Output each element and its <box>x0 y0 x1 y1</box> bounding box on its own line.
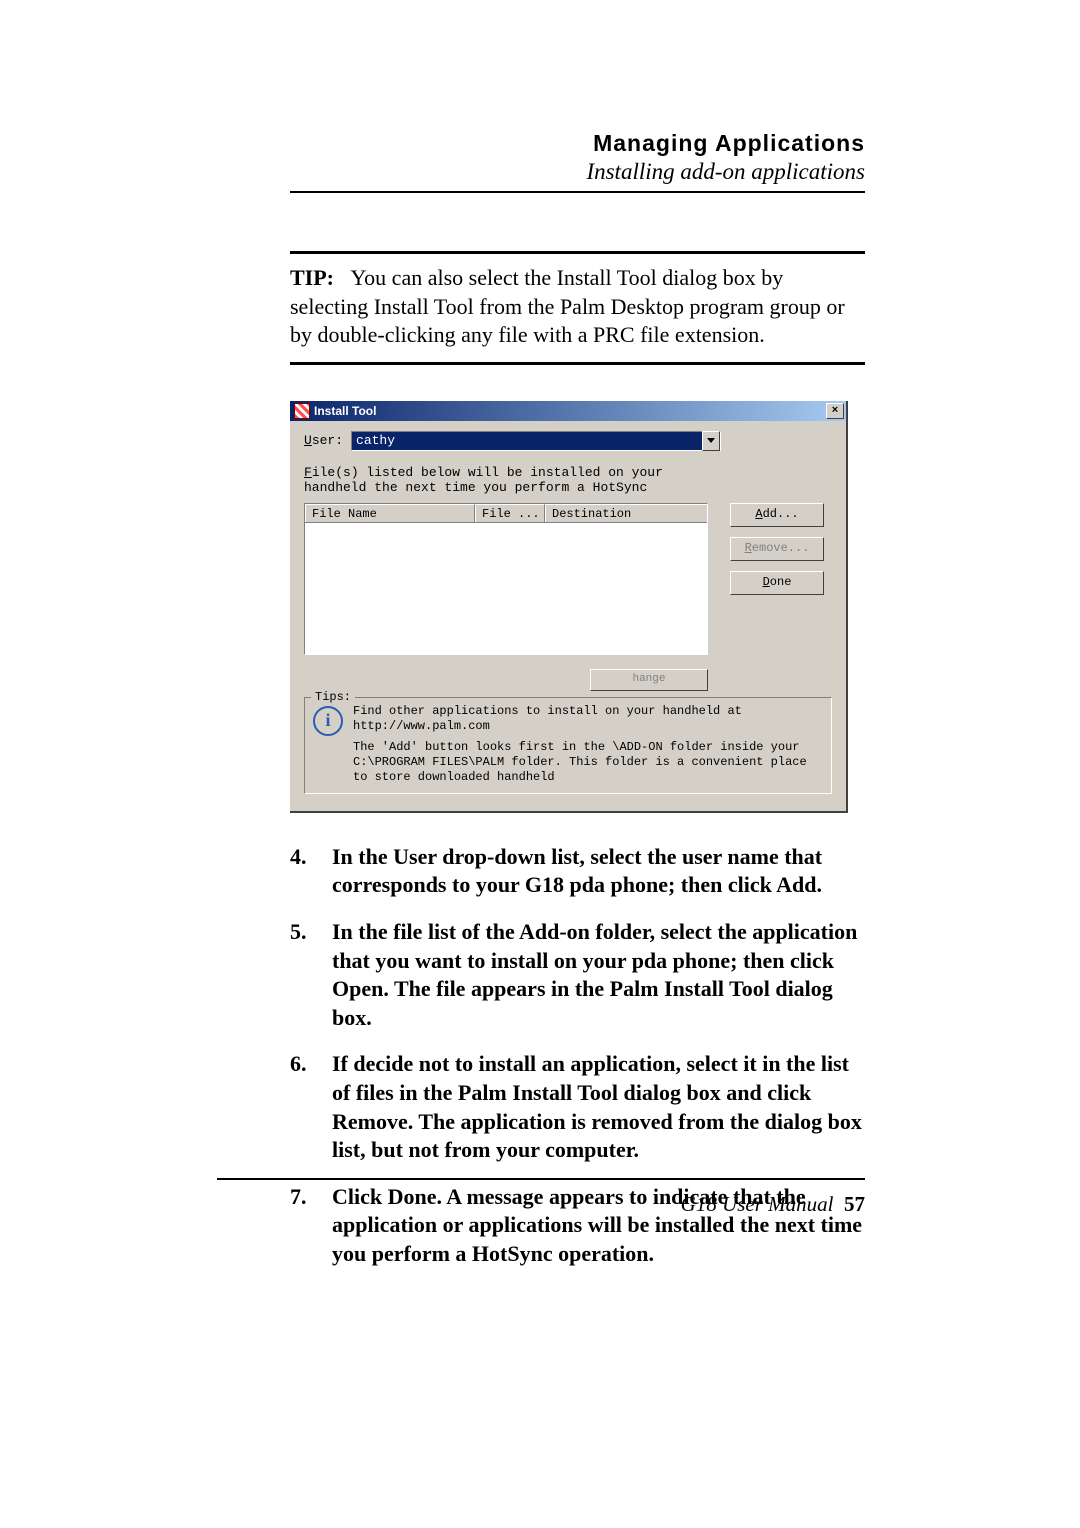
page-footer: G18 User Manual 57 <box>681 1192 865 1217</box>
close-icon[interactable]: × <box>826 403 844 419</box>
dialog-titlebar[interactable]: Install Tool × <box>290 401 846 421</box>
manual-name: G18 User Manual <box>681 1192 834 1216</box>
tips-text-2: The 'Add' button looks first in the \ADD… <box>353 740 823 785</box>
install-info-line1: File(s) listed below will be installed o… <box>304 465 832 480</box>
page-number: 57 <box>844 1192 865 1216</box>
chevron-down-icon[interactable] <box>702 431 720 451</box>
install-tool-icon <box>294 403 310 419</box>
file-list-header: File Name File ... Destination <box>305 504 707 523</box>
chapter-title: Managing Applications <box>290 130 865 157</box>
tip-label: TIP: <box>290 265 334 290</box>
col-file-name[interactable]: File Name <box>305 504 475 522</box>
info-icon: i <box>313 706 343 736</box>
remove-button: Remove... <box>730 537 824 561</box>
tips-legend: Tips: <box>311 690 355 704</box>
section-title: Installing add-on applications <box>290 159 865 185</box>
user-dropdown-value: cathy <box>356 433 395 448</box>
install-info-line2: handheld the next time you perform a Hot… <box>304 480 832 495</box>
install-tool-dialog: Install Tool × User: cathy File(s) liste… <box>290 401 848 813</box>
user-dropdown[interactable]: cathy <box>351 431 721 451</box>
header-rule <box>290 191 865 193</box>
list-item: 5. In the file list of the Add-on folder… <box>290 918 865 1032</box>
change-destination-button: hange Destination.. <box>590 669 708 691</box>
tip-block: TIP: You can also select the Install Too… <box>290 251 865 365</box>
list-item: 6. If decide not to install an applicati… <box>290 1050 865 1164</box>
tips-group: Tips: i Find other applications to insta… <box>304 697 832 794</box>
add-button[interactable]: Add... <box>730 503 824 527</box>
dialog-title-text: Install Tool <box>314 401 376 421</box>
file-list[interactable]: File Name File ... Destination <box>304 503 708 655</box>
tips-text-1: Find other applications to install on yo… <box>353 704 823 734</box>
footer-rule <box>217 1178 865 1180</box>
tip-text: You can also select the Install Tool dia… <box>290 265 845 347</box>
user-label: User: <box>304 433 343 448</box>
col-destination[interactable]: Destination <box>545 504 707 522</box>
col-file[interactable]: File ... <box>475 504 545 522</box>
done-button[interactable]: Done <box>730 571 824 595</box>
list-item: 4. In the User drop-down list, select th… <box>290 843 865 900</box>
